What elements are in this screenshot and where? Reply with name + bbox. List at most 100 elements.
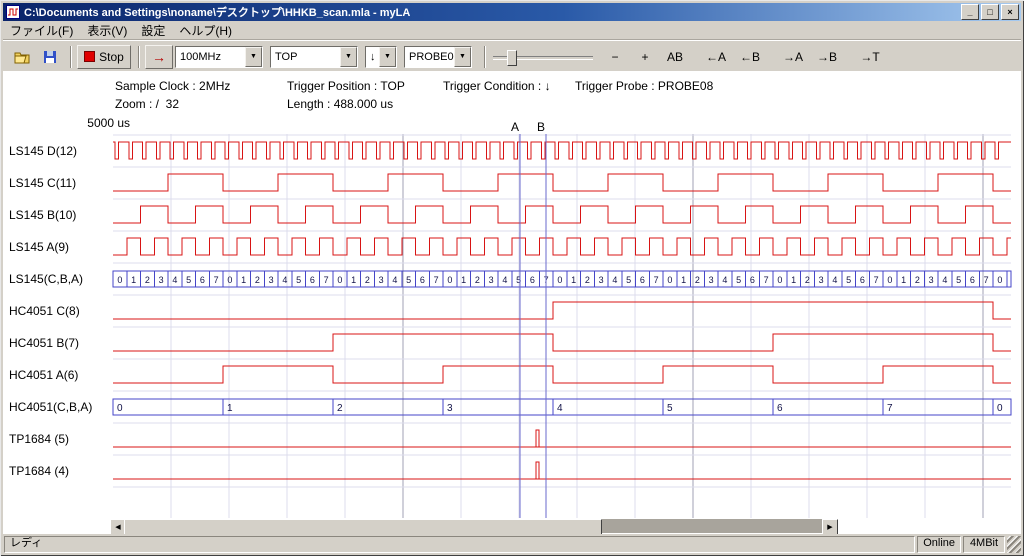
svg-text:5: 5 bbox=[736, 275, 741, 285]
zoom-slider[interactable] bbox=[493, 46, 593, 68]
save-button[interactable] bbox=[37, 45, 63, 69]
svg-text:6: 6 bbox=[420, 275, 425, 285]
goto-cursor-a-button[interactable]: ←A bbox=[700, 45, 732, 69]
titlebar[interactable]: C:\Documents and Settings\noname\デスクトップ\… bbox=[3, 3, 1021, 21]
svg-text:0: 0 bbox=[887, 275, 892, 285]
svg-text:1: 1 bbox=[131, 275, 136, 285]
svg-text:4: 4 bbox=[172, 275, 177, 285]
move-cursor-b-button[interactable]: →B bbox=[811, 45, 843, 69]
waveform-ls145-bus: 0123456701234567012345670123456701234567… bbox=[113, 271, 1011, 287]
menu-help[interactable]: ヘルプ(H) bbox=[172, 21, 239, 40]
move-cursor-a-button[interactable]: →A bbox=[777, 45, 809, 69]
svg-text:3: 3 bbox=[929, 275, 934, 285]
menu-view[interactable]: 表示(V) bbox=[80, 21, 134, 40]
svg-text:1: 1 bbox=[571, 275, 576, 285]
zoom-out-button[interactable]: − bbox=[601, 45, 629, 69]
svg-text:3: 3 bbox=[159, 275, 164, 285]
svg-text:2: 2 bbox=[805, 275, 810, 285]
svg-text:6: 6 bbox=[860, 275, 865, 285]
toolbar-separator bbox=[70, 46, 72, 68]
trigger-edge-select-value: ↓ bbox=[366, 47, 379, 67]
waveform-hc4051-a6 bbox=[113, 366, 1011, 383]
svg-text:5: 5 bbox=[296, 275, 301, 285]
svg-text:7: 7 bbox=[324, 275, 329, 285]
stop-button-label: Stop bbox=[99, 50, 124, 64]
cursor-b-label: B bbox=[537, 120, 545, 134]
svg-text:1: 1 bbox=[461, 275, 466, 285]
zoom-slider-thumb[interactable] bbox=[507, 50, 517, 66]
minimize-button[interactable]: _ bbox=[961, 4, 979, 20]
svg-text:6: 6 bbox=[777, 403, 783, 414]
maximize-button[interactable]: □ bbox=[981, 4, 999, 20]
menu-file[interactable]: ファイル(F) bbox=[3, 21, 80, 40]
svg-text:0: 0 bbox=[667, 275, 672, 285]
svg-text:2: 2 bbox=[337, 403, 343, 414]
svg-text:0: 0 bbox=[447, 275, 452, 285]
waveform-hc4051-b7 bbox=[113, 334, 1011, 351]
chevron-down-icon[interactable]: ▼ bbox=[454, 47, 471, 67]
waveform-ls145-c11 bbox=[113, 174, 1011, 191]
ruler-time-label: 5000 us bbox=[87, 116, 130, 130]
cursor-a-label: A bbox=[511, 120, 519, 134]
client-area: Sample Clock : 2MHz Trigger Position : T… bbox=[3, 71, 1021, 536]
svg-text:4: 4 bbox=[392, 275, 397, 285]
waveform-display[interactable]: 0123456701234567012345670123456701234567… bbox=[3, 112, 1021, 520]
svg-text:3: 3 bbox=[489, 275, 494, 285]
zoom-readout: Zoom : / 32 bbox=[115, 97, 179, 111]
sample-clock-readout: Sample Clock : 2MHz bbox=[115, 79, 230, 93]
svg-text:7: 7 bbox=[764, 275, 769, 285]
app-window: C:\Documents and Settings\noname\デスクトップ\… bbox=[0, 0, 1024, 556]
status-message: レディ bbox=[4, 536, 915, 553]
toolbar: Stop → 100MHz ▼ TOP ▼ ↓ ▼ PROBE00 ▼ − + … bbox=[3, 40, 1021, 73]
svg-text:0: 0 bbox=[777, 275, 782, 285]
svg-text:7: 7 bbox=[214, 275, 219, 285]
open-folder-icon bbox=[14, 50, 31, 64]
svg-text:0: 0 bbox=[337, 275, 342, 285]
ab-cursors-button[interactable]: AB bbox=[661, 45, 689, 69]
scrollbar-thumb[interactable] bbox=[124, 519, 602, 535]
trigger-probe-readout: Trigger Probe : PROBE08 bbox=[575, 79, 713, 93]
svg-text:0: 0 bbox=[997, 275, 1002, 285]
svg-text:2: 2 bbox=[255, 275, 260, 285]
svg-text:1: 1 bbox=[351, 275, 356, 285]
resize-grip[interactable] bbox=[1007, 536, 1021, 553]
trigger-position-select[interactable]: TOP ▼ bbox=[270, 46, 358, 68]
svg-text:0: 0 bbox=[997, 403, 1003, 414]
svg-text:1: 1 bbox=[681, 275, 686, 285]
scroll-right-button[interactable]: ▶ bbox=[822, 519, 838, 535]
svg-text:5: 5 bbox=[626, 275, 631, 285]
svg-text:3: 3 bbox=[447, 403, 453, 414]
trigger-probe-select[interactable]: PROBE00 ▼ bbox=[404, 46, 472, 68]
zoom-in-button[interactable]: + bbox=[631, 45, 659, 69]
horizontal-scrollbar[interactable]: ◀ ▶ bbox=[110, 519, 838, 533]
svg-text:2: 2 bbox=[695, 275, 700, 285]
chevron-down-icon[interactable]: ▼ bbox=[340, 47, 357, 67]
trigger-edge-select[interactable]: ↓ ▼ bbox=[365, 46, 397, 68]
open-file-button[interactable] bbox=[9, 45, 35, 69]
svg-text:4: 4 bbox=[557, 403, 563, 414]
goto-cursor-b-button[interactable]: ←B bbox=[734, 45, 766, 69]
svg-text:2: 2 bbox=[365, 275, 370, 285]
goto-trigger-button[interactable]: →T bbox=[854, 45, 886, 69]
svg-text:6: 6 bbox=[310, 275, 315, 285]
waveform-ls145-b10 bbox=[113, 206, 1011, 223]
stop-button[interactable]: Stop bbox=[77, 45, 131, 69]
chevron-down-icon[interactable]: ▼ bbox=[379, 47, 396, 67]
svg-text:3: 3 bbox=[269, 275, 274, 285]
svg-text:2: 2 bbox=[915, 275, 920, 285]
trigger-position-readout: Trigger Position : TOP bbox=[287, 79, 405, 93]
sample-clock-select[interactable]: 100MHz ▼ bbox=[175, 46, 263, 68]
svg-text:1: 1 bbox=[227, 403, 233, 414]
app-icon bbox=[6, 5, 20, 19]
svg-text:5: 5 bbox=[846, 275, 851, 285]
svg-text:3: 3 bbox=[379, 275, 384, 285]
svg-text:7: 7 bbox=[887, 403, 893, 414]
run-button[interactable]: → bbox=[145, 45, 173, 69]
floppy-icon bbox=[43, 50, 57, 64]
svg-text:2: 2 bbox=[585, 275, 590, 285]
close-button[interactable]: × bbox=[1001, 4, 1019, 20]
chevron-down-icon[interactable]: ▼ bbox=[245, 47, 262, 67]
toolbar-separator bbox=[138, 46, 140, 68]
menu-settings[interactable]: 設定 bbox=[134, 21, 172, 40]
svg-text:2: 2 bbox=[475, 275, 480, 285]
